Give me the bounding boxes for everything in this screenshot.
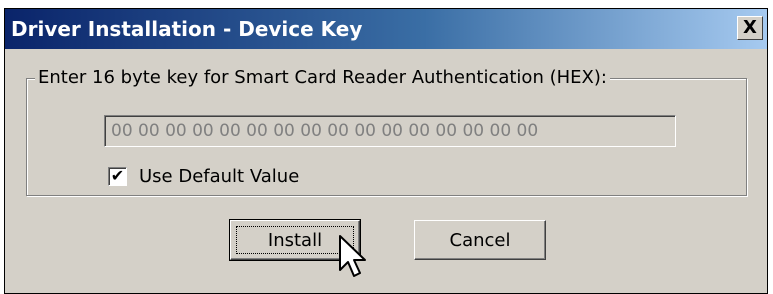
window-title: Driver Installation - Device Key (11, 17, 363, 41)
use-default-checkbox-row[interactable]: ✔ Use Default Value (108, 164, 299, 188)
focus-ring (236, 226, 354, 254)
device-key-input[interactable] (104, 115, 676, 147)
cancel-button-label: Cancel (449, 229, 511, 251)
cancel-button[interactable]: Cancel (414, 220, 546, 260)
close-icon: X (743, 17, 757, 38)
checkmark-icon: ✔ (110, 166, 125, 185)
mouse-pointer-icon (339, 235, 366, 277)
close-button[interactable]: X (737, 16, 763, 40)
use-default-label[interactable]: Use Default Value (139, 166, 299, 187)
use-default-checkbox[interactable]: ✔ (108, 166, 127, 186)
title-bar[interactable]: Driver Installation - Device Key X (5, 9, 767, 49)
groupbox-label: Enter 16 byte key for Smart Card Reader … (35, 67, 610, 89)
